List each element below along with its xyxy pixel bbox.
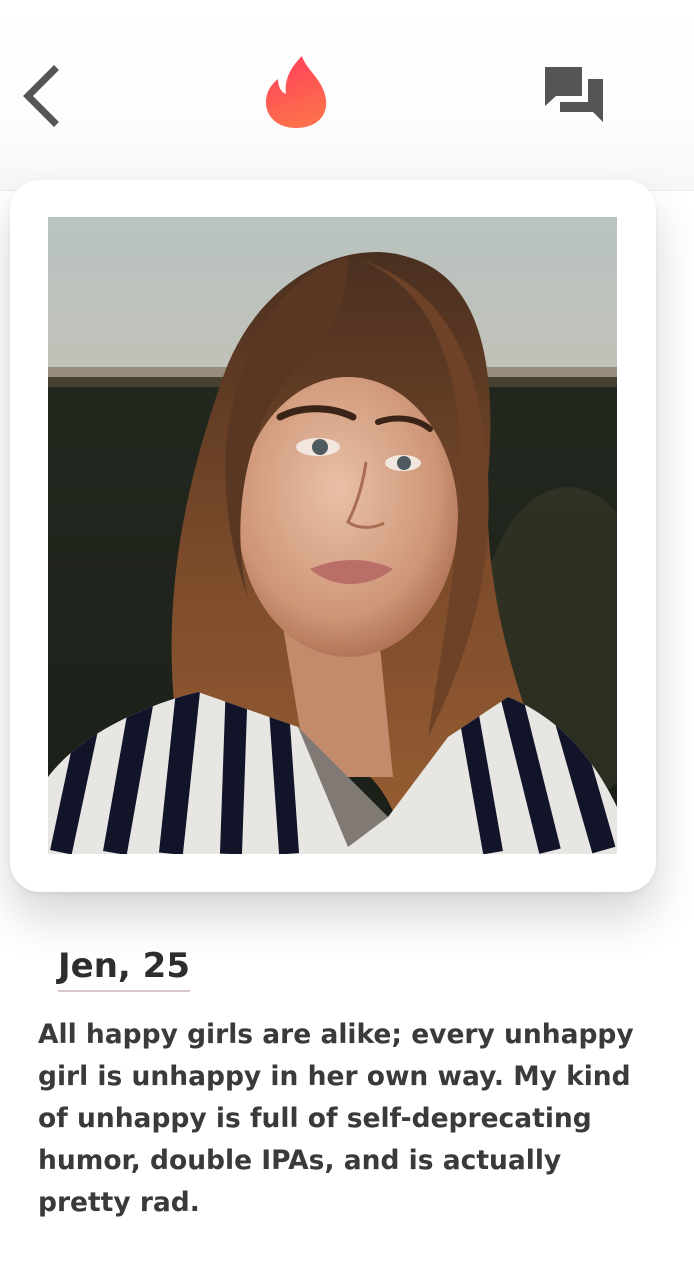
flame-icon xyxy=(265,56,327,128)
portrait-image xyxy=(48,217,617,854)
profile-photo xyxy=(48,217,617,854)
profile-name-age: Jen, 25 xyxy=(58,944,190,992)
messages-button[interactable] xyxy=(540,64,608,126)
flame-logo xyxy=(262,54,330,130)
back-button[interactable] xyxy=(18,64,66,128)
profile-bio: All happy girls are alike; every unhappy… xyxy=(38,1019,634,1218)
chat-bubbles-icon xyxy=(545,67,603,122)
profile-card[interactable] xyxy=(10,180,656,892)
top-bar xyxy=(0,0,694,191)
chevron-left-icon xyxy=(23,65,59,127)
